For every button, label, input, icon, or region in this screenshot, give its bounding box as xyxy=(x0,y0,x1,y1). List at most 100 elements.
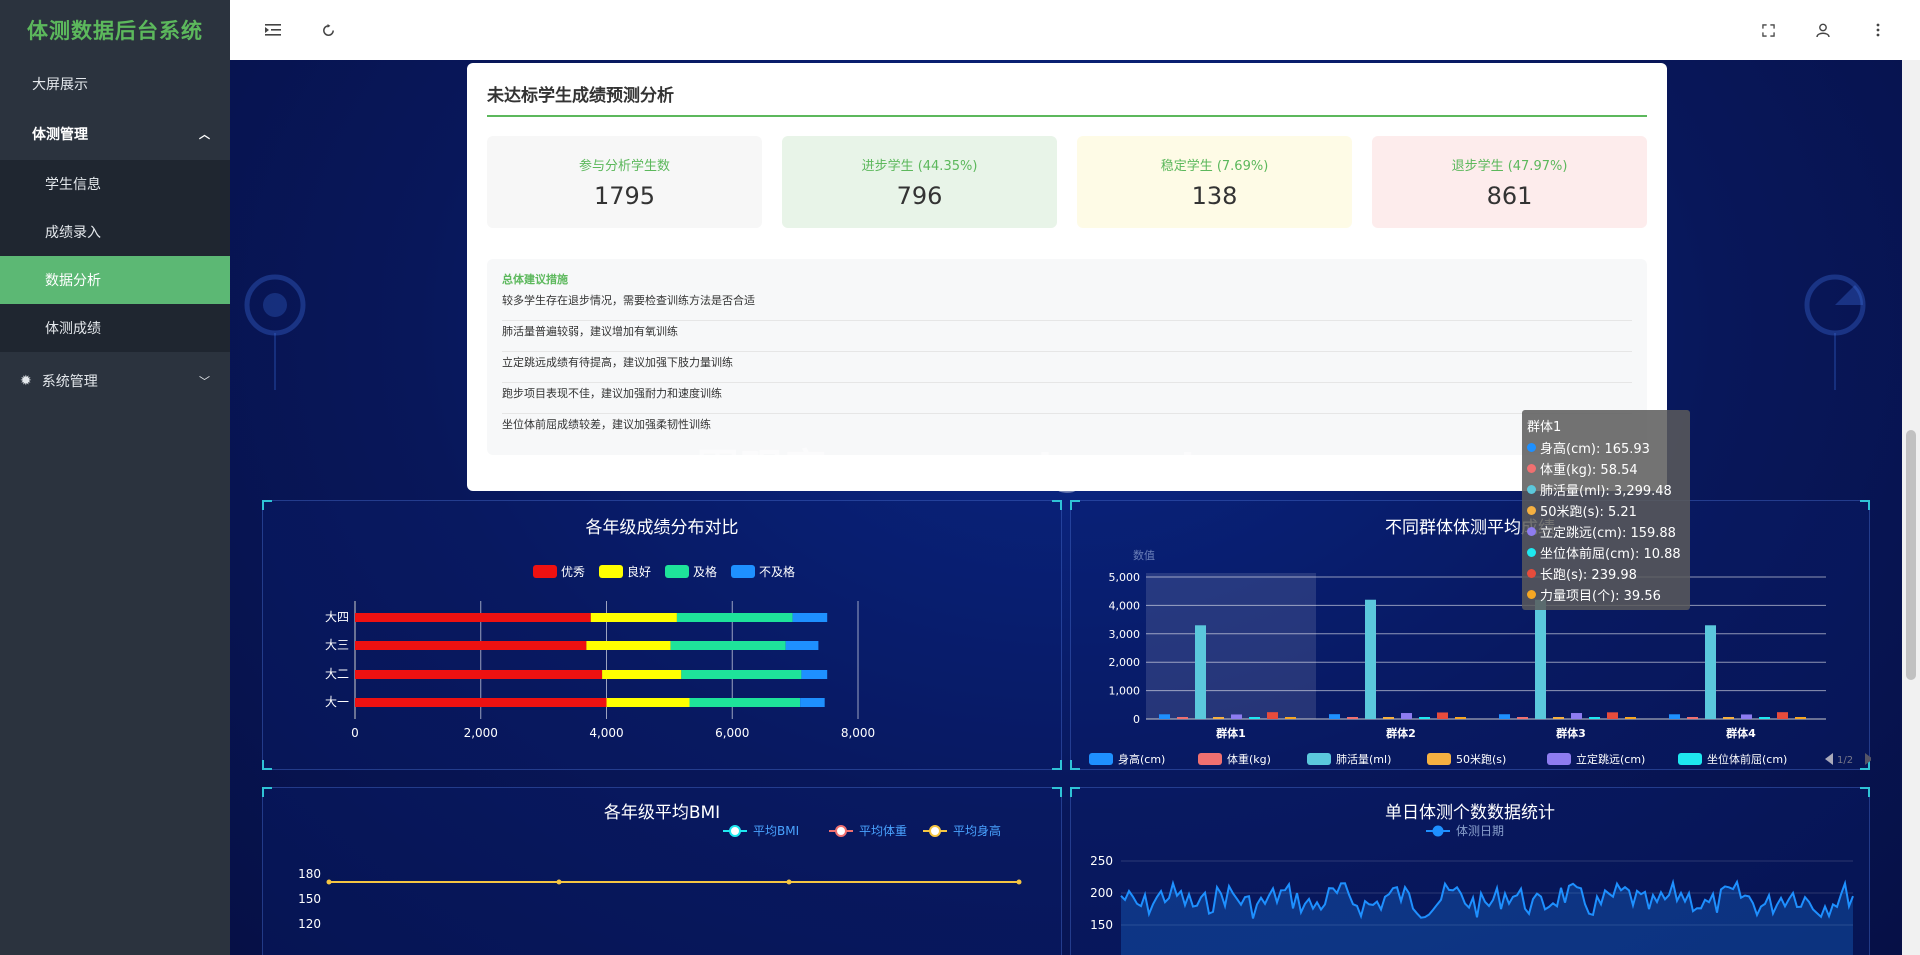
tooltip-label: 立定跳远(cm): 159.88 xyxy=(1540,526,1676,541)
sidebar-item-system[interactable]: ✹ 系统管理 ﹀ xyxy=(0,352,230,410)
data-point xyxy=(1016,879,1022,885)
legend-dot xyxy=(1527,548,1536,557)
legend-label: 平均体重 xyxy=(859,824,907,838)
bar xyxy=(1571,713,1582,719)
bar xyxy=(676,613,793,622)
bar xyxy=(1347,717,1358,719)
y-tick-label: 大四 xyxy=(325,610,349,624)
legend-swatch xyxy=(1198,753,1222,765)
scrollbar-thumb[interactable] xyxy=(1906,430,1916,680)
y-tick-label: 150 xyxy=(1090,918,1113,932)
bar xyxy=(355,698,607,707)
tooltip-row: 肺活量(ml): 3,299.48 xyxy=(1527,479,1685,500)
sidebar-item-student-info[interactable]: 学生信息 xyxy=(0,160,230,208)
legend-dot xyxy=(1527,485,1536,494)
y-tick-label: 120 xyxy=(298,917,321,931)
legend-swatch xyxy=(1547,753,1571,765)
legend-label: 及格 xyxy=(693,564,717,579)
bar xyxy=(586,641,671,650)
bar xyxy=(1267,712,1278,719)
stat-label: 稳定学生 (7.69%) xyxy=(1160,159,1269,174)
legend-label: 身高(cm) xyxy=(1118,752,1165,766)
tooltip-label: 50米跑(s): 5.21 xyxy=(1540,505,1637,520)
sidebar-item-test-scores[interactable]: 体测成绩 xyxy=(0,304,230,352)
x-tick-label: 0 xyxy=(351,726,359,740)
legend-swatch xyxy=(665,565,689,578)
data-point xyxy=(556,879,562,885)
legend-label: 立定跳远(cm) xyxy=(1576,752,1645,766)
prediction-card: 未达标学生成绩预测分析 参与分析学生数 1795 进步学生 (44.35%) 7… xyxy=(467,63,1667,491)
legend-prev-icon xyxy=(1825,753,1833,765)
more-vertical-icon[interactable] xyxy=(1868,20,1888,40)
legend-swatch xyxy=(533,565,557,578)
user-icon[interactable] xyxy=(1813,20,1833,40)
sidebar: 体测数据后台系统 大屏展示 体测管理 ︿ 学生信息 成绩录入 数据分析 体测成绩… xyxy=(0,0,230,955)
bar xyxy=(1329,714,1340,719)
bar xyxy=(800,698,825,707)
stat-value: 796 xyxy=(896,182,943,210)
y-tick-label: 大一 xyxy=(325,695,349,709)
advice-item: 立定跳远成绩有待提高，建议加强下肢力量训练 xyxy=(502,352,1632,383)
stat-value: 138 xyxy=(1191,182,1238,210)
main-content: 未达标学生成绩预测分析 参与分析学生数 1795 进步学生 (44.35%) 7… xyxy=(230,60,1902,955)
bar xyxy=(1517,717,1528,719)
tooltip-title: 群体1 xyxy=(1527,420,1562,435)
chart-tooltip: 群体1 身高(cm): 165.93 体重(kg): 58.54 肺活量(ml): … xyxy=(1522,410,1690,610)
x-tick-label: 2,000 xyxy=(464,726,498,740)
daily-chart: 体测日期 250 200 150 xyxy=(1090,824,1854,955)
watermark-text: cn围观客www.weiguanke.cn xyxy=(638,445,1317,494)
advice-item: 肺活量普遍较弱，建议增加有氧训练 xyxy=(502,321,1632,352)
group-average-chart: 数值 0 1,000 2,000 3,000 4,000 5,000 群体1 群体2 群体3 群体4… xyxy=(1089,549,1871,766)
stat-total: 参与分析学生数 1795 xyxy=(487,136,762,228)
legend-marker xyxy=(929,825,941,837)
x-tick-label: 8,000 xyxy=(841,726,875,740)
page-scrollbar[interactable] xyxy=(1902,60,1920,955)
sidebar-item-data-analysis[interactable]: 数据分析 xyxy=(0,256,230,304)
sidebar-system-label: 系统管理 xyxy=(41,374,98,390)
legend-dot xyxy=(1527,569,1536,578)
y-tick-label: 4,000 xyxy=(1109,599,1141,612)
refresh-icon[interactable] xyxy=(318,20,338,40)
y-tick-label: 180 xyxy=(298,867,321,881)
x-tick-label: 4,000 xyxy=(589,726,623,740)
fullscreen-icon[interactable] xyxy=(1758,20,1778,40)
tooltip-row: 体重(kg): 58.54 xyxy=(1527,458,1685,479)
bar xyxy=(1499,714,1510,719)
menu-fold-icon[interactable] xyxy=(263,20,283,40)
bar xyxy=(1159,714,1170,719)
bar xyxy=(1589,717,1600,719)
legend-label: 平均BMI xyxy=(753,824,799,838)
sidebar-item-score-entry[interactable]: 成绩录入 xyxy=(0,208,230,256)
bar xyxy=(1437,712,1448,719)
bar xyxy=(1741,714,1752,719)
bar xyxy=(355,670,603,679)
tooltip-row: 50米跑(s): 5.21 xyxy=(1527,500,1685,521)
legend-swatch xyxy=(1307,753,1331,765)
bar xyxy=(792,613,828,622)
legend-next-icon xyxy=(1865,753,1871,765)
legend-swatch xyxy=(599,565,623,578)
legend-swatch xyxy=(1678,753,1702,765)
tooltip-row: 坐位体前屈(cm): 10.88 xyxy=(1527,542,1685,563)
sidebar-item-bigscreen[interactable]: 大屏展示 xyxy=(0,60,230,108)
legend-label: 体测日期 xyxy=(1456,824,1504,838)
y-tick-label: 0 xyxy=(1133,713,1140,726)
advice-title: 总体建议措施 xyxy=(502,273,568,286)
tooltip-label: 力量项目(个): 39.56 xyxy=(1540,589,1661,604)
stat-value: 1795 xyxy=(593,182,656,210)
advice-item: 跑步项目表现不佳，建议加强耐力和速度训练 xyxy=(502,383,1632,414)
panel-group-average: 不同群体体测平均成绩 数值 0 1,000 2,000 3,000 4,000 5,000 群… xyxy=(1070,500,1871,770)
gear-icon: ✹ xyxy=(20,373,32,389)
chevron-up-icon: ︿ xyxy=(199,128,210,141)
tooltip-label: 坐位体前屈(cm): 10.88 xyxy=(1540,547,1681,562)
legend-label: 肺活量(ml) xyxy=(1336,753,1391,766)
app-title: 体测数据后台系统 xyxy=(27,19,203,43)
sidebar-group-tice[interactable]: 体测管理 ︿ xyxy=(0,108,230,160)
panel-bmi: 各年级平均BMI 平均BMI 平均体重 平均身高 180 150 120 xyxy=(262,787,1062,955)
legend-label: 体重(kg) xyxy=(1227,752,1271,766)
bar xyxy=(1669,714,1680,719)
x-tick-label: 6,000 xyxy=(715,726,749,740)
x-tick-label: 群体3 xyxy=(1555,726,1586,740)
legend-dot xyxy=(1527,506,1536,515)
card-title: 未达标学生成绩预测分析 xyxy=(487,86,674,106)
